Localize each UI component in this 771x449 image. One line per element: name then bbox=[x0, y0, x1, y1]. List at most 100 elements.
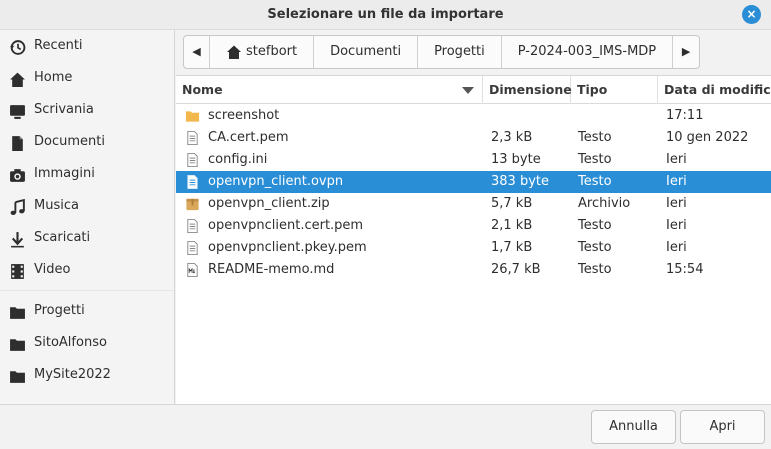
sidebar-item-label: Recenti bbox=[34, 38, 83, 53]
sidebar-item-sitoalfonso[interactable]: SitoAlfonso bbox=[0, 330, 174, 358]
dialog-titlebar: Selezionare un file da importare × bbox=[0, 0, 771, 30]
path-back-button[interactable]: ◀ bbox=[184, 36, 210, 68]
sidebar-divider bbox=[0, 290, 174, 291]
sidebar-item-home[interactable]: Home bbox=[0, 65, 174, 93]
file-type: Testo bbox=[578, 152, 612, 167]
column-header-name[interactable]: Nome bbox=[176, 76, 483, 104]
path-forward-button[interactable]: ▶ bbox=[673, 36, 699, 68]
file-size: 383 byte bbox=[491, 174, 549, 189]
home-icon bbox=[227, 45, 241, 59]
dialog-footer: Annulla Apri bbox=[0, 404, 771, 449]
file-size: 2,1 kB bbox=[491, 218, 533, 233]
desktop-icon bbox=[10, 105, 25, 119]
text-file-icon bbox=[187, 152, 198, 168]
download-icon bbox=[11, 232, 24, 248]
file-row[interactable]: README-memo.md 26,7 kB Testo 15:54 bbox=[176, 259, 771, 281]
breadcrumb-item-home[interactable]: stefbort bbox=[210, 36, 315, 68]
sort-descending-icon bbox=[462, 87, 474, 94]
close-button[interactable]: × bbox=[742, 5, 761, 24]
text-file-icon bbox=[187, 218, 198, 234]
markdown-file-icon bbox=[187, 262, 198, 278]
file-type: Testo bbox=[578, 174, 612, 189]
film-icon bbox=[11, 264, 24, 279]
sidebar-item-label: Musica bbox=[34, 198, 79, 213]
breadcrumb-item-progetti[interactable]: Progetti bbox=[418, 36, 502, 68]
file-list: Nome Dimensione Tipo Data di modifica sc… bbox=[176, 75, 771, 404]
file-modified: Ieri bbox=[666, 174, 687, 189]
breadcrumb-label: Documenti bbox=[330, 44, 402, 59]
sidebar-item-scaricati[interactable]: Scaricati bbox=[0, 225, 174, 253]
breadcrumb-label: P-2024-003_IMS-MDP bbox=[517, 44, 657, 59]
folder-icon bbox=[10, 307, 25, 319]
file-name: openvpn_client.zip bbox=[208, 196, 330, 211]
file-row[interactable]: openvpnclient.cert.pem 2,1 kB Testo Ieri bbox=[176, 215, 771, 237]
breadcrumb-item-current[interactable]: P-2024-003_IMS-MDP bbox=[502, 36, 674, 68]
column-header-label: Dimensione bbox=[489, 82, 572, 97]
column-header-size[interactable]: Dimensione bbox=[483, 76, 572, 104]
document-icon bbox=[12, 136, 23, 151]
sidebar-item-label: Immagini bbox=[34, 166, 95, 181]
sidebar-item-label: Scrivania bbox=[34, 102, 94, 117]
file-type: Testo bbox=[578, 262, 612, 277]
sidebar-item-immagini[interactable]: Immagini bbox=[0, 161, 174, 189]
sidebar-item-scrivania[interactable]: Scrivania bbox=[0, 97, 174, 125]
sidebar-item-musica[interactable]: Musica bbox=[0, 193, 174, 221]
file-size: 13 byte bbox=[491, 152, 541, 167]
sidebar-item-recenti[interactable]: Recenti bbox=[0, 33, 174, 61]
file-type: Archivio bbox=[578, 196, 631, 211]
folder-icon bbox=[10, 371, 25, 383]
file-name: openvpn_client.ovpn bbox=[208, 174, 344, 189]
file-row[interactable]: openvpnclient.pkey.pem 1,7 kB Testo Ieri bbox=[176, 237, 771, 259]
text-file-icon bbox=[187, 130, 198, 146]
sidebar-item-label: Progetti bbox=[34, 303, 85, 318]
cancel-button[interactable]: Annulla bbox=[591, 410, 676, 444]
sidebar-item-mysite2022[interactable]: MySite2022 bbox=[0, 362, 174, 390]
camera-icon bbox=[10, 169, 25, 182]
file-type: Testo bbox=[578, 130, 612, 145]
column-header-type[interactable]: Tipo bbox=[571, 76, 658, 104]
file-type: Testo bbox=[578, 218, 612, 233]
dialog-title: Selezionare un file da importare bbox=[267, 7, 504, 22]
text-file-icon bbox=[187, 240, 198, 256]
sidebar-item-progetti[interactable]: Progetti bbox=[0, 298, 174, 326]
path-bar: ◀ stefbort Documenti Progetti P-2024-003… bbox=[176, 30, 771, 74]
sidebar-item-label: Video bbox=[34, 262, 71, 277]
file-name: config.ini bbox=[208, 152, 268, 167]
music-icon bbox=[10, 199, 25, 215]
breadcrumb-item-documenti[interactable]: Documenti bbox=[314, 36, 419, 68]
file-modified: 10 gen 2022 bbox=[666, 130, 749, 145]
breadcrumb-label: stefbort bbox=[246, 44, 298, 59]
column-header-modified[interactable]: Data di modifica bbox=[658, 76, 771, 104]
close-icon: × bbox=[746, 7, 757, 21]
sidebar-item-documenti[interactable]: Documenti bbox=[0, 129, 174, 157]
sidebar-item-video[interactable]: Video bbox=[0, 257, 174, 285]
file-row[interactable]: openvpn_client.zip 5,7 kB Archivio Ieri bbox=[176, 193, 771, 215]
file-size: 2,3 kB bbox=[491, 130, 533, 145]
column-header-label: Tipo bbox=[577, 82, 608, 97]
column-header-label: Data di modifica bbox=[664, 82, 771, 97]
file-name: openvpnclient.pkey.pem bbox=[208, 240, 367, 255]
file-row[interactable]: CA.cert.pem 2,3 kB Testo 10 gen 2022 bbox=[176, 127, 771, 149]
file-name: CA.cert.pem bbox=[208, 130, 289, 145]
sidebar-item-label: Home bbox=[34, 70, 73, 85]
file-modified: Ieri bbox=[666, 218, 687, 233]
chevron-right-icon: ▶ bbox=[681, 45, 691, 58]
file-row-selected[interactable]: openvpn_client.ovpn 383 byte Testo Ieri bbox=[176, 171, 771, 193]
home-icon bbox=[10, 72, 25, 87]
recent-icon bbox=[10, 40, 26, 55]
file-type: Testo bbox=[578, 240, 612, 255]
file-name: openvpnclient.cert.pem bbox=[208, 218, 364, 233]
file-row[interactable]: screenshot 17:11 bbox=[176, 105, 771, 127]
file-size: 1,7 kB bbox=[491, 240, 533, 255]
file-name: README-memo.md bbox=[208, 262, 335, 277]
file-name: screenshot bbox=[208, 108, 280, 123]
file-modified: 17:11 bbox=[666, 108, 704, 123]
file-modified: Ieri bbox=[666, 196, 687, 211]
sidebar-item-label: MySite2022 bbox=[34, 367, 111, 382]
file-row[interactable]: config.ini 13 byte Testo Ieri bbox=[176, 149, 771, 171]
open-button[interactable]: Apri bbox=[680, 410, 765, 444]
places-sidebar: Recenti Home Scrivania Documenti Immagin… bbox=[0, 30, 175, 404]
breadcrumb: ◀ stefbort Documenti Progetti P-2024-003… bbox=[183, 35, 701, 69]
folder-icon bbox=[185, 111, 200, 122]
sidebar-item-label: SitoAlfonso bbox=[34, 335, 107, 350]
